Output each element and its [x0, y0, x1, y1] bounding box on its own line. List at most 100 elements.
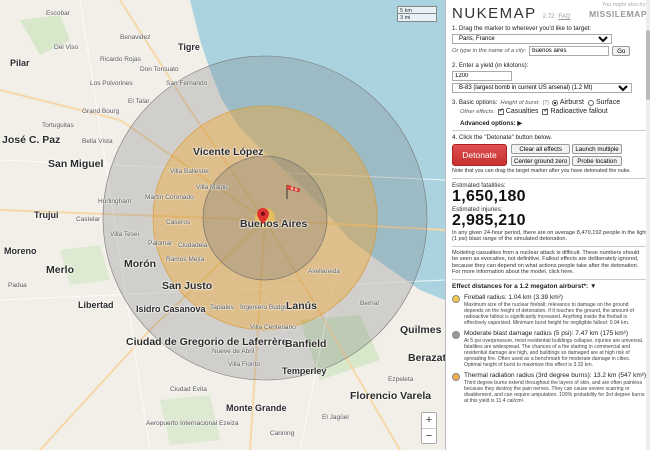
- effect-item: Moderate blast damage radius (5 psi): 7.…: [452, 330, 647, 368]
- place-label: Ricardo Rojas: [100, 56, 141, 63]
- detonate-button[interactable]: Detonate: [452, 144, 507, 166]
- step-3-label: 3. Basic options:: [452, 99, 498, 106]
- control-panel: NUKEMAP 2.72 FAQ You might also try: MIS…: [445, 0, 650, 450]
- effects-header[interactable]: Effect distances for a 1.2 megaton airbu…: [452, 283, 647, 290]
- place-label: Caseros: [166, 219, 191, 226]
- place-label: Escobar: [46, 10, 70, 17]
- surface-radio[interactable]: Surface: [587, 99, 620, 106]
- checkbox-icon: [497, 107, 504, 115]
- place-label: José C. Paz: [2, 134, 61, 146]
- zoom-control: + −: [421, 412, 437, 444]
- modeling-note: Modeling casualties from a nuclear attac…: [452, 249, 640, 276]
- panel-scrollbar[interactable]: [646, 0, 650, 450]
- place-label: El Jagüel: [322, 414, 349, 421]
- drag-note: Note that you can drag the target marker…: [452, 168, 631, 174]
- city-select[interactable]: Paris, France: [452, 34, 612, 44]
- place-label: Del Viso: [54, 44, 79, 51]
- airburst-radio[interactable]: Airburst: [551, 99, 584, 106]
- scrollbar-thumb[interactable]: [646, 30, 650, 100]
- place-label: San Justo: [162, 280, 213, 292]
- place-label: El Talar: [128, 98, 150, 105]
- other-effects-label: Other effects:: [460, 108, 495, 115]
- place-label: Villa Tesei: [110, 231, 140, 238]
- effect-description: Maximum size of the nuclear fireball; re…: [464, 302, 634, 327]
- effect-item: Fireball radius: 1.04 km (3.39 km²) Maxi…: [452, 294, 647, 326]
- faq-link[interactable]: FAQ: [558, 14, 570, 20]
- place-label: Castelar: [76, 216, 101, 223]
- place-label: Villa Ballester: [170, 168, 210, 175]
- launch-multiple-button[interactable]: Launch multiple: [572, 144, 622, 154]
- place-label: San Miguel: [48, 158, 104, 170]
- place-label: Pilar: [10, 58, 30, 68]
- place-label: Ramos Mejía: [166, 256, 205, 263]
- effect-item: Thermal radiation radius (3rd degree bur…: [452, 372, 647, 404]
- fallout-checkbox[interactable]: Radioactive fallout: [542, 107, 608, 115]
- place-label: Trujui: [34, 210, 59, 220]
- place-label-target-city: Buenos Aires: [240, 218, 308, 230]
- preset-select[interactable]: B-83 (largest bomb in current US arsenal…: [452, 83, 632, 93]
- place-label: Grand Bourg: [82, 108, 120, 115]
- place-label: Ciudad de Gregorio de Laferrère: [126, 336, 288, 348]
- place-label: Villa Centenario: [250, 324, 296, 331]
- place-label: Banfield: [285, 338, 327, 350]
- place-label: Padua: [8, 282, 27, 289]
- place-label: Martín Coronado: [145, 194, 194, 201]
- effect-title: Fireball radius: 1.04 km (3.39 km²): [464, 294, 563, 302]
- place-label: Los Polvorines: [90, 80, 133, 87]
- city-input[interactable]: [529, 46, 610, 56]
- casualties-checkbox[interactable]: Casualties: [497, 107, 538, 115]
- center-ground-zero-button[interactable]: Center ground zero: [511, 156, 571, 166]
- effect-swatch-icon: [452, 295, 460, 304]
- effect-title: Moderate blast damage radius (5 psi): 7.…: [464, 330, 629, 338]
- place-label: Quilmes: [400, 324, 442, 336]
- city-hint: Or type in the name of a city:: [452, 48, 527, 54]
- target-marker-icon[interactable]: [257, 208, 269, 224]
- radio-dot-icon: [587, 99, 594, 106]
- place-label: Canning: [270, 430, 295, 437]
- help-link[interactable]: [?]: [543, 100, 549, 106]
- place-label: Tortuguitas: [42, 122, 74, 129]
- place-label: San Fernando: [166, 80, 208, 87]
- place-label: Berazat: [408, 352, 445, 364]
- place-label: Merlo: [46, 264, 75, 276]
- effect-swatch-icon: [452, 331, 460, 340]
- yield-input[interactable]: [452, 71, 512, 81]
- checkbox-icon: [542, 107, 549, 115]
- also-try-label: You might also try:: [601, 2, 647, 8]
- step-2-label: 2. Enter a yield (in kilotons):: [452, 62, 529, 69]
- place-label: Tapiales: [210, 304, 234, 311]
- place-label: Monte Grande: [226, 403, 287, 413]
- place-label: Villa Maipú: [196, 184, 228, 191]
- step-4-label: 4. Click the "Detonate" button below.: [452, 134, 553, 141]
- place-label: Bernal: [360, 300, 379, 307]
- place-label: Bella Vista: [82, 138, 113, 145]
- brand-header: NUKEMAP 2.72 FAQ You might also try: MIS…: [452, 0, 647, 22]
- probe-location-button[interactable]: Probe location: [572, 156, 622, 166]
- zoom-in-button[interactable]: +: [422, 413, 436, 428]
- map-scale: 5 km 3 mi: [397, 6, 437, 22]
- injuries-value: 2,985,210: [452, 211, 526, 229]
- zoom-out-button[interactable]: −: [422, 428, 436, 443]
- map-tiles: [0, 0, 445, 450]
- go-button[interactable]: Go: [612, 46, 631, 56]
- scale-mi: 3 mi: [397, 14, 437, 22]
- advanced-options-toggle[interactable]: Advanced options: ▶: [452, 120, 647, 127]
- clear-effects-button[interactable]: Clear all effects: [511, 144, 571, 154]
- place-label: Ciudadela: [178, 242, 208, 249]
- place-label: Temperley: [282, 366, 327, 376]
- effect-swatch-icon: [452, 373, 460, 382]
- place-label: Villa Fiorito: [228, 361, 261, 368]
- place-label: Florencio Varela: [350, 390, 432, 402]
- place-label: Benavidez: [120, 34, 151, 41]
- effect-description: Third degree burns extend throughout the…: [464, 380, 645, 405]
- missilemap-link[interactable]: MISSILEMAP: [589, 9, 647, 19]
- scale-km: 5 km: [397, 6, 437, 14]
- place-label: Moreno: [4, 246, 37, 256]
- place-label: Aeropuerto Internacional Ezeiza: [146, 420, 239, 427]
- population-note: In any given 24-hour period, there are o…: [452, 229, 647, 243]
- place-label: Ciudad Evita: [170, 386, 207, 393]
- place-label: Nueve de Abril: [212, 348, 255, 355]
- map-view[interactable]: Escobar Benavidez Tigre Del Viso Pilar R…: [0, 0, 445, 450]
- place-label: Avellaneda: [308, 268, 341, 275]
- place-label: Morón: [124, 258, 157, 270]
